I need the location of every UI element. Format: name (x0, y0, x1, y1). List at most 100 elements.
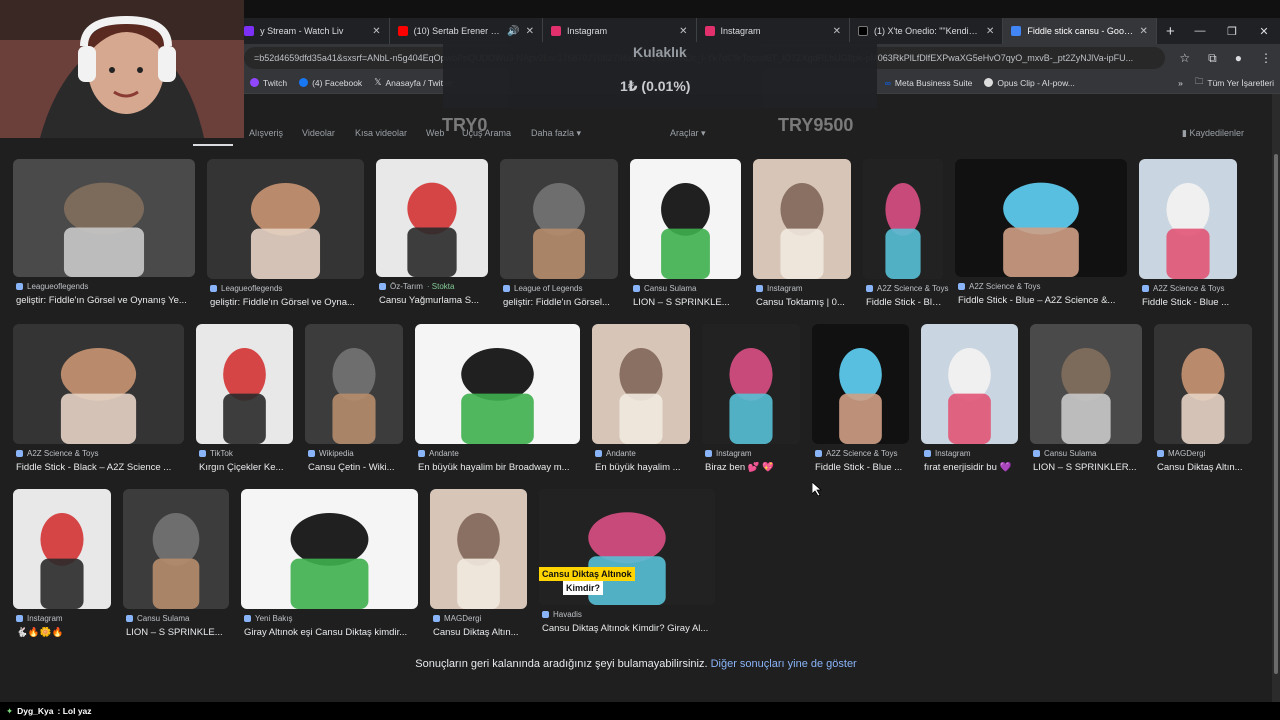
result-image[interactable] (430, 489, 527, 609)
close-icon[interactable]: ✕ (679, 26, 687, 37)
bookmark-opus[interactable]: Opus Clip - AI-pow... (978, 78, 1080, 88)
image-result-card[interactable]: A2Z Science & Toys Fiddle Stick - Blue ..… (863, 159, 948, 309)
minimize-icon[interactable]: — (1184, 18, 1216, 44)
result-image[interactable] (376, 159, 488, 277)
result-caption[interactable]: Fiddle Stick - Blue ... (815, 462, 910, 473)
result-caption[interactable]: Fiddle Stick - Blue – A2Z Science &... (958, 295, 1128, 306)
result-caption[interactable]: LION – S SPRINKLER... (1033, 462, 1143, 473)
result-image[interactable] (702, 324, 800, 444)
image-result-card[interactable]: A2Z Science & Toys Fiddle Stick - Blue – … (955, 159, 1127, 309)
menu-icon[interactable]: ⋮ (1260, 51, 1272, 66)
result-image[interactable] (921, 324, 1018, 444)
result-image[interactable] (592, 324, 690, 444)
browser-tab-5[interactable]: Fiddle stick cansu - Google'da A ✕ (1003, 18, 1157, 44)
result-caption[interactable]: fırat enerjisidir bu 💜 (924, 462, 1019, 473)
result-caption[interactable]: Kırgın Çiçekler Ke... (199, 462, 294, 473)
image-result-card[interactable]: League of Legends geliştir: Fiddle'ın Gör… (500, 159, 618, 309)
result-caption[interactable]: LION – S SPRINKLE... (633, 297, 742, 308)
image-result-card[interactable]: Leagueoflegends geliştir: Fiddle'ın Görse… (207, 159, 364, 309)
image-result-card[interactable]: A2Z Science & Toys Fiddle Stick - Blue ..… (1139, 159, 1237, 309)
image-result-card[interactable]: Wikipedia Cansu Çetin - Wiki... (305, 324, 403, 474)
image-result-card[interactable]: Cansu Diktaş Altınok Kimdir? Havadis Cansu … (539, 489, 715, 639)
close-icon[interactable]: ✕ (833, 26, 841, 37)
result-image[interactable] (305, 324, 403, 444)
result-caption[interactable]: Cansu Diktaş Altınok Kimdir? Giray Al... (542, 623, 716, 634)
extensions-icon[interactable]: ⧉ (1208, 51, 1217, 66)
result-caption[interactable]: Cansu Diktaş Altın... (1157, 462, 1253, 473)
result-image[interactable] (1030, 324, 1142, 444)
nav-short-videos[interactable]: Kısa videolar (355, 128, 407, 138)
result-image[interactable] (13, 489, 111, 609)
bookmark-twitch[interactable]: Twitch (244, 78, 293, 88)
close-window-icon[interactable]: ✕ (1248, 18, 1280, 44)
scrollbar[interactable] (1272, 94, 1280, 702)
scrollbar-thumb[interactable] (1274, 154, 1278, 674)
result-image[interactable] (630, 159, 741, 279)
image-result-card[interactable]: Leagueoflegends geliştir: Fiddle'ın Görse… (13, 159, 195, 309)
result-caption[interactable]: Cansu Toktamış | 0... (756, 297, 852, 308)
bookmarks-overflow[interactable]: » (1172, 78, 1189, 88)
result-image[interactable] (123, 489, 229, 609)
result-image[interactable] (13, 159, 195, 277)
result-image[interactable] (207, 159, 364, 279)
show-more-results-link[interactable]: Diğer sonuçları yine de göster (711, 658, 857, 670)
browser-tab-2[interactable]: Instagram ✕ (543, 18, 697, 44)
close-icon[interactable]: ✕ (1139, 26, 1147, 37)
new-tab-button[interactable]: + (1157, 18, 1184, 44)
browser-tab-1[interactable]: (10) Sertab Erener - Olsun 🔊 ✕ (390, 18, 544, 44)
restore-icon[interactable]: ❐ (1216, 18, 1248, 44)
result-image[interactable] (415, 324, 580, 444)
result-caption[interactable]: LION – S SPRINKLE... (126, 627, 230, 638)
result-caption[interactable]: Cansu Yağmurlama S... (379, 295, 489, 306)
browser-tab-4[interactable]: (1) X'te Onedio: ""Kendine Mü ✕ (850, 18, 1004, 44)
result-caption[interactable]: En büyük hayalim bir Broadway m... (418, 462, 581, 473)
bookmark-star-icon[interactable]: ☆ (1179, 51, 1190, 66)
result-image[interactable]: Cansu Diktaş Altınok Kimdir? (539, 489, 715, 605)
image-result-card[interactable]: Cansu Sulama LION – S SPRINKLE... (630, 159, 741, 309)
image-result-card[interactable]: A2Z Science & Toys Fiddle Stick - Blue ..… (812, 324, 909, 474)
result-caption[interactable]: En büyük hayalim ... (595, 462, 691, 473)
result-caption[interactable]: geliştir: Fiddle'ın Görsel... (503, 297, 619, 308)
result-caption[interactable]: geliştir: Fiddle'ın Görsel ve Oyna... (210, 297, 365, 308)
result-caption[interactable]: geliştir: Fiddle'ın Görsel ve Oynanış Ye… (16, 295, 196, 306)
close-icon[interactable]: ✕ (372, 26, 380, 37)
result-image[interactable] (241, 489, 418, 609)
browser-tab-0[interactable]: y Stream - Watch Liv ✕ (236, 18, 390, 44)
result-caption[interactable]: Cansu Çetin - Wiki... (308, 462, 404, 473)
image-result-card[interactable]: Andante En büyük hayalim ... (592, 324, 690, 474)
result-image[interactable] (500, 159, 618, 279)
image-result-card[interactable]: Instagram fırat enerjisidir bu 💜 (921, 324, 1018, 474)
bookmark-meta[interactable]: ∞ Meta Business Suite (879, 78, 979, 88)
result-caption[interactable]: Fiddle Stick - Blue ... (1142, 297, 1238, 308)
image-result-card[interactable]: Instagram Biraz ben 💕 💖 (702, 324, 800, 474)
profile-icon[interactable]: ● (1235, 51, 1242, 66)
browser-tab-3[interactable]: Instagram ✕ (697, 18, 850, 44)
all-bookmarks[interactable]: 🗀 Tüm Yer İşaretleri (1189, 76, 1280, 90)
result-image[interactable] (1139, 159, 1237, 279)
nav-videos[interactable]: Videolar (302, 128, 335, 138)
close-icon[interactable]: ✕ (986, 26, 994, 37)
speaker-icon[interactable]: 🔊 (507, 26, 519, 37)
image-result-card[interactable]: Cansu Sulama LION – S SPRINKLER... (1030, 324, 1142, 474)
nav-tools[interactable]: Araçlar ▾ (670, 128, 706, 139)
result-caption[interactable]: Cansu Diktaş Altın... (433, 627, 528, 638)
result-image[interactable] (196, 324, 293, 444)
nav-saved[interactable]: ▮ Kaydedilenler (1182, 128, 1244, 139)
result-caption[interactable]: Fiddle Stick - Blue ... (866, 297, 944, 308)
result-image[interactable] (13, 324, 184, 444)
result-image[interactable] (753, 159, 851, 279)
nav-more[interactable]: Daha fazla ▾ (531, 128, 581, 139)
image-result-card[interactable]: Andante En büyük hayalim bir Broadway m..… (415, 324, 580, 474)
nav-shopping[interactable]: Alışveriş (249, 128, 283, 138)
result-caption[interactable]: 🐇🔥🌼🔥 (16, 627, 112, 638)
result-caption[interactable]: Biraz ben 💕 💖 (705, 462, 801, 473)
image-result-card[interactable]: A2Z Science & Toys Fiddle Stick - Black –… (13, 324, 184, 474)
image-result-card[interactable]: Instagram Cansu Toktamış | 0... (753, 159, 851, 309)
image-result-card[interactable]: TikTok Kırgın Çiçekler Ke... (196, 324, 293, 474)
image-result-card[interactable]: Instagram 🐇🔥🌼🔥 (13, 489, 111, 639)
result-caption[interactable]: Giray Altınok eşi Cansu Diktaş kimdir... (244, 627, 419, 638)
image-result-card[interactable]: Yeni Bakış Giray Altınok eşi Cansu Diktaş… (241, 489, 418, 639)
image-result-card[interactable]: Cansu Sulama LION – S SPRINKLE... (123, 489, 229, 639)
result-image[interactable] (955, 159, 1127, 277)
result-image[interactable] (812, 324, 909, 444)
